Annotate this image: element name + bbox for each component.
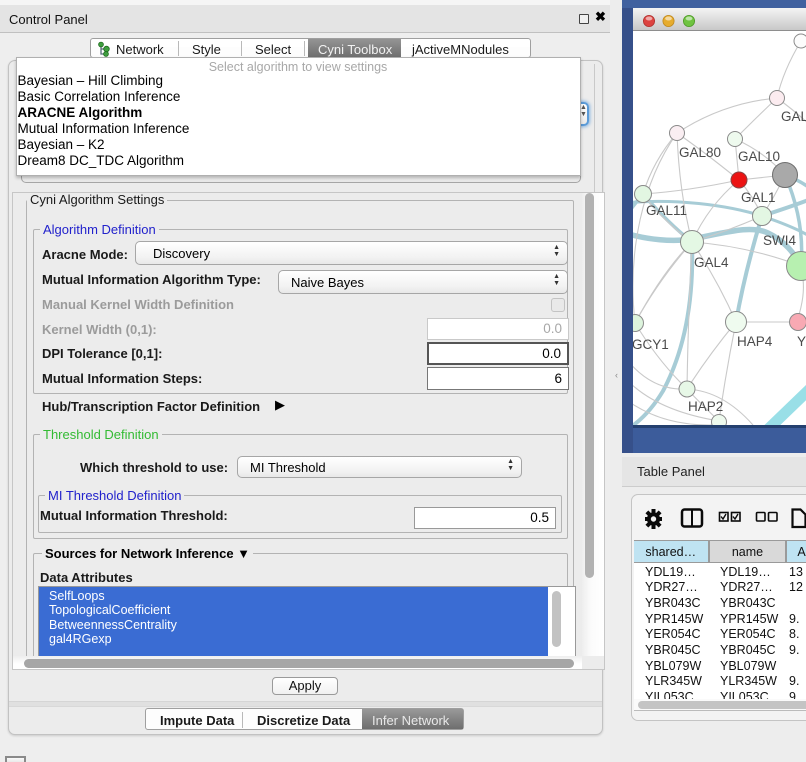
svg-text:GCY1: GCY1 <box>633 337 669 352</box>
svg-text:HAP2: HAP2 <box>688 399 723 414</box>
svg-text:HAP4: HAP4 <box>737 334 773 349</box>
svg-text:GAL4: GAL4 <box>694 255 729 270</box>
svg-text:SWI4: SWI4 <box>763 233 796 248</box>
svg-text:GAL1: GAL1 <box>741 190 776 205</box>
svg-text:GAL80: GAL80 <box>679 145 721 160</box>
svg-text:GAL11: GAL11 <box>646 203 687 218</box>
svg-text:GAL10: GAL10 <box>738 149 780 164</box>
svg-text:Y: Y <box>797 334 806 349</box>
svg-text:GAL2: GAL2 <box>781 109 806 124</box>
